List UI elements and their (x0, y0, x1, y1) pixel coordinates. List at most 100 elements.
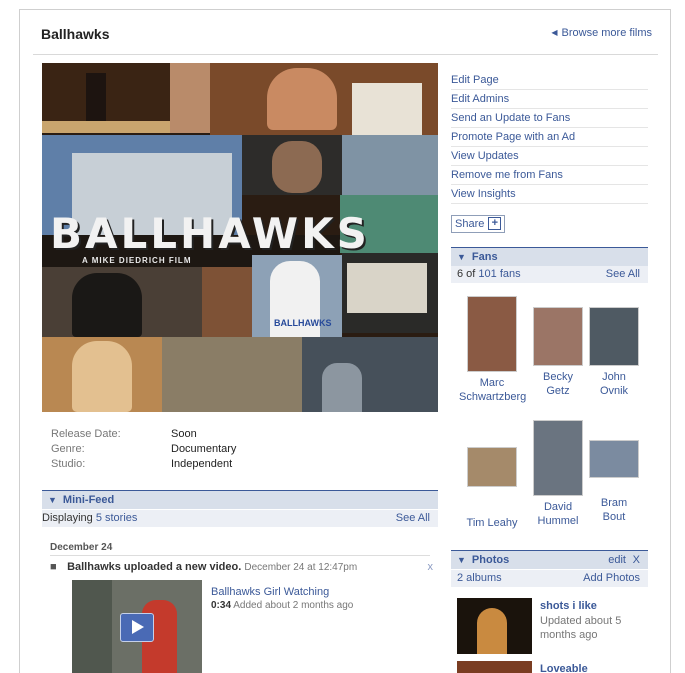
feed-story: ■ Ballhawks uploaded a new video. Decemb… (50, 561, 433, 573)
video-camera-icon: ■ (50, 561, 57, 573)
fans-see-all-link[interactable]: See All (606, 266, 640, 283)
minifeed-see-all-link[interactable]: See All (396, 510, 430, 527)
edit-page-link[interactable]: Edit Page (451, 71, 648, 90)
feed-date: December 24 (50, 542, 113, 553)
view-insights-link[interactable]: View Insights (451, 185, 648, 204)
admin-actions: Edit Page Edit Admins Send an Update to … (451, 71, 648, 204)
photos-close-button[interactable]: X (633, 551, 640, 569)
poster-tile (342, 135, 438, 195)
fan-last-name[interactable]: Ovnik (581, 384, 647, 398)
poster-tile (202, 267, 252, 337)
minifeed-header[interactable]: ▼ Mini-Feed (42, 490, 438, 509)
poster-shirt-text: BALLHAWKS (274, 318, 332, 328)
view-updates-link[interactable]: View Updates (451, 147, 648, 166)
fan-first-name[interactable]: John (581, 370, 647, 384)
minifeed-title: Mini-Feed (62, 494, 115, 506)
edit-admins-link[interactable]: Edit Admins (451, 90, 648, 109)
minifeed-subheader: Displaying 5 stories See All (42, 510, 438, 527)
browse-more-films-link[interactable]: ◀ Browse more films (551, 27, 652, 39)
poster-tile (170, 63, 210, 133)
remove-fan-link[interactable]: Remove me from Fans (451, 166, 648, 185)
fans-count-link[interactable]: 101 fans (478, 268, 520, 280)
photos-title: Photos (471, 554, 510, 566)
film-info: Release Date: Soon Genre: Documentary Stud… (51, 428, 236, 473)
share-button[interactable]: Share + (451, 215, 506, 233)
browse-link-label: Browse more films (561, 27, 652, 39)
video-meta: 0:34 Added about 2 months ago (211, 600, 353, 611)
info-row-release: Release Date: Soon (51, 428, 236, 443)
poster-title-text: BALLHAWKS (50, 209, 370, 258)
collapse-triangle-icon[interactable]: ▼ (457, 252, 466, 262)
plus-icon: + (488, 217, 502, 230)
avatar[interactable] (533, 420, 583, 496)
info-row-studio: Studio: Independent (51, 458, 236, 473)
fan-first-name[interactable]: Tim Leahy (459, 516, 525, 530)
story-text: Ballhawks uploaded a new video. (67, 561, 242, 573)
photos-header[interactable]: ▼ Photos edit X (451, 550, 648, 569)
video-title-link[interactable]: Ballhawks Girl Watching (211, 586, 329, 598)
fans-title: Fans (471, 251, 498, 263)
photos-edit-link[interactable]: edit (608, 551, 626, 569)
avatar[interactable] (589, 307, 639, 366)
info-row-genre: Genre: Documentary (51, 443, 236, 458)
share-label: Share (455, 218, 485, 230)
albums-count-link[interactable]: 2 albums (457, 572, 502, 584)
album-title-link[interactable]: shots i like (540, 600, 597, 612)
video-thumbnail[interactable] (72, 580, 202, 673)
fan-card[interactable]: Marc Schwartzberg (459, 296, 526, 404)
poster-jersey (352, 83, 422, 135)
fan-first-name[interactable]: Bram (581, 496, 647, 510)
avatar[interactable] (589, 440, 639, 478)
poster-figure (72, 273, 142, 337)
avatar[interactable] (467, 447, 517, 487)
poster-figure (86, 73, 106, 123)
stories-count-link[interactable]: 5 stories (96, 512, 138, 524)
story-time: December 24 at 12:47pm (244, 562, 358, 573)
info-label: Studio: (51, 458, 86, 470)
photos-subheader: 2 albums Add Photos (451, 570, 648, 587)
fans-header[interactable]: ▼ Fans (451, 247, 648, 266)
page-frame: Ballhawks ◀Browse more films BALLHAWKS (19, 9, 671, 673)
fan-card[interactable]: John Ovnik (581, 307, 647, 398)
video-duration: 0:34 (211, 600, 232, 611)
collapse-triangle-icon[interactable]: ▼ (457, 555, 466, 565)
promote-page-link[interactable]: Promote Page with an Ad (451, 128, 648, 147)
info-label: Release Date: (51, 428, 121, 440)
avatar[interactable] (533, 307, 583, 366)
info-value: Soon (171, 428, 197, 440)
fans-count-prefix: 6 of (457, 268, 476, 280)
poster-subtitle-text: A MIKE DIEDRICH FILM (82, 256, 192, 265)
divider (50, 555, 430, 556)
poster-players (347, 263, 427, 313)
poster-tile (162, 337, 302, 412)
thumb-building (72, 580, 112, 673)
caret-left-icon: ◀ (551, 28, 558, 37)
poster-face (72, 341, 132, 412)
fans-subheader: 6 of 101 fans See All (451, 266, 648, 283)
collapse-triangle-icon[interactable]: ▼ (48, 495, 57, 505)
fan-card[interactable]: Bram Bout (581, 440, 647, 524)
album-updated: Updated about 5 months ago (540, 615, 622, 641)
avatar[interactable] (467, 296, 517, 372)
add-photos-link[interactable]: Add Photos (583, 570, 640, 587)
poster-face (272, 141, 322, 193)
play-button-icon[interactable] (120, 613, 154, 642)
album-glow (477, 608, 507, 654)
displaying-label: Displaying (42, 512, 93, 524)
movie-poster[interactable]: BALLHAWKS A MIKE DIEDRICH FILM BALLHAWKS (42, 63, 438, 412)
poster-tile (42, 121, 170, 133)
page-title: Ballhawks (41, 26, 110, 42)
fan-last-name[interactable]: Bout (581, 510, 647, 524)
fan-first-name[interactable]: Marc (459, 376, 525, 390)
fan-card[interactable]: Tim Leahy (459, 447, 525, 530)
send-update-link[interactable]: Send an Update to Fans (451, 109, 648, 128)
page-header: Ballhawks ◀ Browse more films (33, 10, 658, 55)
fan-last-name[interactable]: Schwartzberg (459, 390, 526, 404)
remove-story-button[interactable]: x (428, 561, 434, 573)
poster-figure (322, 363, 362, 412)
album-thumbnail[interactable] (457, 661, 532, 673)
album-thumbnail[interactable] (457, 598, 532, 654)
poster-face (267, 68, 337, 130)
video-added: Added about 2 months ago (233, 600, 354, 611)
info-label: Genre: (51, 443, 85, 455)
